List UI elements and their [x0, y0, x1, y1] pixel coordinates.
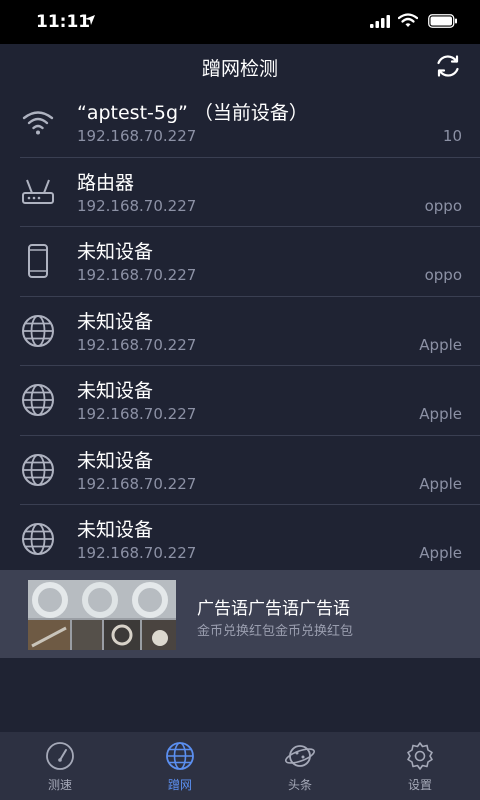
device-name: 未知设备: [77, 241, 154, 263]
device-ip: 192.168.70.227: [77, 544, 197, 562]
location-arrow-icon: [85, 15, 95, 25]
ad-banner[interactable]: 广告语广告语广告语 金币兑换红包金币兑换红包: [0, 570, 480, 658]
device-vendor: Apple: [419, 335, 462, 354]
header: 蹭网检测: [0, 44, 480, 88]
status-time: 11:11: [36, 12, 91, 32]
device-row[interactable]: 路由器 192.168.70.227 oppo: [20, 158, 480, 227]
tab-settings[interactable]: 设置: [360, 732, 480, 800]
wifi-icon: [22, 111, 54, 135]
ad-image[interactable]: [28, 580, 176, 650]
bottom-tab-bar: 测速 蹭网 头条 设置: [0, 732, 480, 800]
page-title: 蹭网检测: [201, 58, 278, 80]
device-ip: 192.168.70.227: [77, 335, 197, 354]
globe-icon: [166, 742, 194, 770]
router-icon: [22, 179, 54, 204]
speedometer-icon: [46, 742, 74, 770]
device-vendor: Apple: [419, 544, 462, 562]
device-name: 未知设备: [77, 310, 154, 333]
device-row[interactable]: 未知设备 192.168.70.227 oppo: [20, 227, 480, 297]
device-name: 路由器: [77, 171, 135, 194]
tab-label: 头条: [287, 778, 312, 792]
device-name: 未知设备: [77, 380, 154, 402]
device-ip: 192.168.70.227: [77, 196, 197, 215]
device-list: “aptest-5g” （当前设备） 192.168.70.227 10 路由器…: [0, 88, 480, 574]
status-bar: 11:11: [0, 0, 480, 44]
device-ip: 192.168.70.227: [77, 266, 197, 284]
tab-label: 蹭网: [167, 778, 192, 792]
device-vendor: Apple: [419, 405, 462, 423]
globe-icon: [22, 453, 54, 486]
cellular-signal-icon: [370, 15, 390, 28]
refresh-icon[interactable]: [434, 52, 462, 80]
device-row[interactable]: “aptest-5g” （当前设备） 192.168.70.227 10: [20, 88, 480, 158]
device-ip: 192.168.70.227: [77, 405, 197, 423]
tab-speed-test[interactable]: 测速: [0, 732, 120, 800]
device-vendor: oppo: [424, 196, 462, 215]
device-vendor: oppo: [424, 266, 462, 284]
ad-title: 广告语广告语广告语: [197, 599, 350, 619]
device-name: 未知设备: [77, 449, 154, 472]
tab-wifi-check[interactable]: 蹭网: [120, 732, 240, 800]
device-ip: 192.168.70.227: [77, 474, 197, 493]
tab-headlines[interactable]: 头条: [240, 732, 360, 800]
gear-icon: [407, 742, 433, 770]
planet-icon: [285, 745, 315, 767]
device-vendor: 10: [442, 127, 462, 145]
device-row[interactable]: 未知设备 192.168.70.227 Apple: [20, 297, 480, 366]
phone-icon: [28, 244, 48, 278]
tab-label: 设置: [407, 778, 432, 792]
ad-subtitle: 金币兑换红包金币兑换红包: [197, 624, 354, 639]
device-row[interactable]: 未知设备 192.168.70.227 Apple: [20, 505, 480, 574]
device-row[interactable]: 未知设备 192.168.70.227 Apple: [20, 366, 480, 436]
device-row[interactable]: 未知设备 192.168.70.227 Apple: [20, 436, 480, 505]
device-name: “aptest-5g” （当前设备）: [77, 102, 308, 124]
wifi-status-icon: [398, 13, 418, 27]
tab-label: 测速: [47, 778, 72, 792]
globe-icon: [22, 314, 54, 347]
globe-icon: [22, 384, 54, 416]
battery-icon: [428, 14, 457, 28]
globe-icon: [22, 523, 54, 555]
device-ip: 192.168.70.227: [77, 127, 197, 145]
device-name: 未知设备: [77, 519, 154, 541]
device-vendor: Apple: [419, 474, 462, 493]
